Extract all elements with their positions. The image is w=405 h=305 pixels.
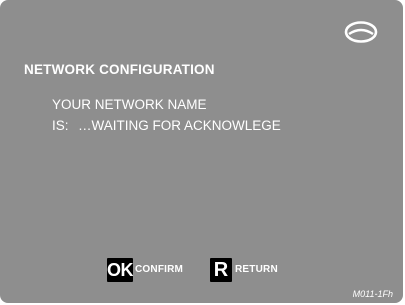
ok-key-button[interactable]: OK [107,258,134,282]
return-key-button[interactable]: R [210,258,232,282]
eye-lens-logo-icon [344,21,378,43]
screen-code: M011-1Fh [352,289,393,299]
page-title: NETWORK CONFIGURATION [24,62,215,77]
return-label: RETURN [235,264,278,275]
network-name-value: …WAITING FOR ACKNOWLEGE [78,118,281,133]
network-name-heading: YOUR NETWORK NAME [52,97,207,112]
confirm-label: CONFIRM [135,264,184,275]
tv-screen: NETWORK CONFIGURATION YOUR NETWORK NAME … [0,0,403,303]
network-name-row: IS: …WAITING FOR ACKNOWLEGE [52,118,281,133]
network-name-label: IS: [52,118,69,133]
